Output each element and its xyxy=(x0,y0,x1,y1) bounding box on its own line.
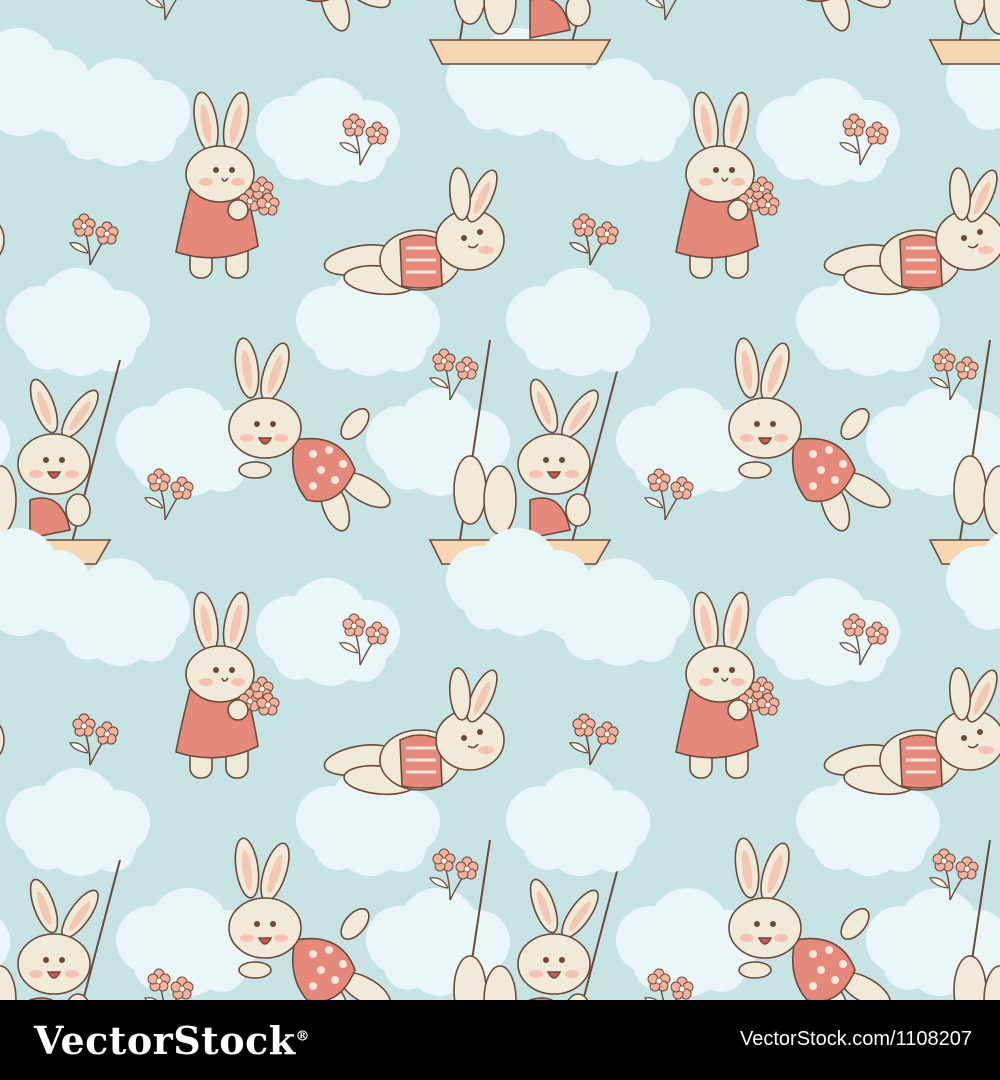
watermark-footer: VectorStock® VectorStock.com/1108207 xyxy=(0,1000,1000,1080)
logo-text: VectorStock xyxy=(34,1018,296,1063)
vectorstock-logo: VectorStock® xyxy=(34,1018,310,1063)
registered-mark: ® xyxy=(295,1028,311,1045)
bunny-pattern-background: .cloud-fill circle { fill: var(--cloud, … xyxy=(0,0,1000,1000)
image-credit: VectorStock.com/1108207 xyxy=(740,1028,972,1050)
